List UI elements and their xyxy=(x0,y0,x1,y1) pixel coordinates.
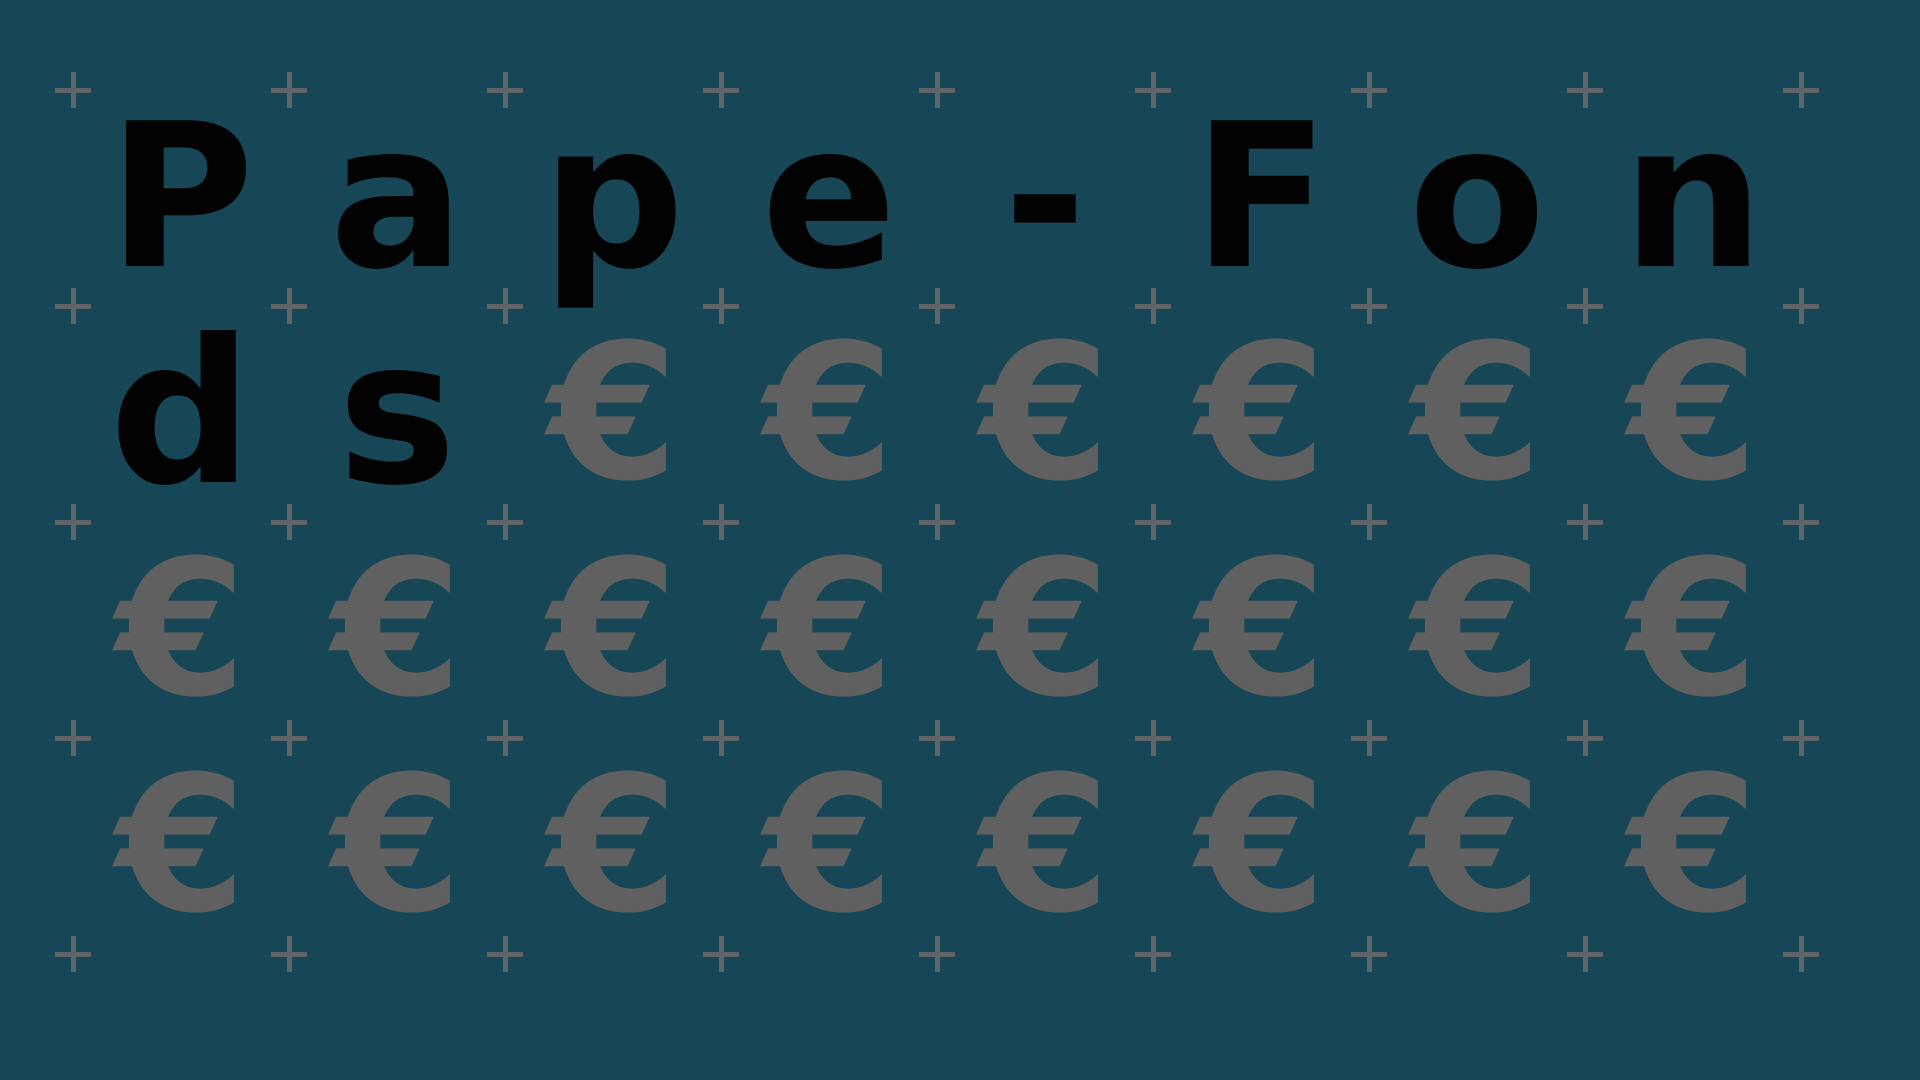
title-letter: n xyxy=(1621,81,1765,314)
title-letter: o xyxy=(1408,81,1546,314)
euro-symbol: € xyxy=(1627,520,1759,739)
title-letter: - xyxy=(1003,81,1087,314)
euro-symbol: € xyxy=(115,736,247,955)
title-letter: F xyxy=(1192,81,1330,314)
euro-symbol: € xyxy=(547,304,679,523)
euro-symbol: € xyxy=(763,304,895,523)
euro-symbol: € xyxy=(547,520,679,739)
euro-symbol: € xyxy=(979,520,1111,739)
title-letter: p xyxy=(541,81,685,314)
euro-symbol: € xyxy=(1411,520,1543,739)
euro-symbol: € xyxy=(979,304,1111,523)
euro-symbol: € xyxy=(331,736,463,955)
euro-symbol: € xyxy=(115,520,247,739)
title-letter: P xyxy=(107,81,255,314)
title-letter: s xyxy=(337,297,457,530)
euro-symbol: € xyxy=(763,736,895,955)
title-letter: e xyxy=(761,81,897,314)
euro-symbol: € xyxy=(1627,736,1759,955)
euro-symbol: € xyxy=(1195,520,1327,739)
euro-symbol: € xyxy=(1411,304,1543,523)
euro-symbol: € xyxy=(979,736,1111,955)
euro-symbol: € xyxy=(331,520,463,739)
euro-symbol: € xyxy=(1627,304,1759,523)
euro-symbol: € xyxy=(1195,736,1327,955)
euro-symbol: € xyxy=(547,736,679,955)
title-letter: d xyxy=(109,297,253,530)
euro-symbol: € xyxy=(1195,304,1327,523)
euro-symbol: € xyxy=(1411,736,1543,955)
euro-symbol: € xyxy=(763,520,895,739)
title-letter: a xyxy=(329,81,465,314)
letter-grid-canvas: Pa p e - Fo n d s € € € € € € € € € € € € € € € € € € € € € € xyxy=(0,0,1920,1080)
